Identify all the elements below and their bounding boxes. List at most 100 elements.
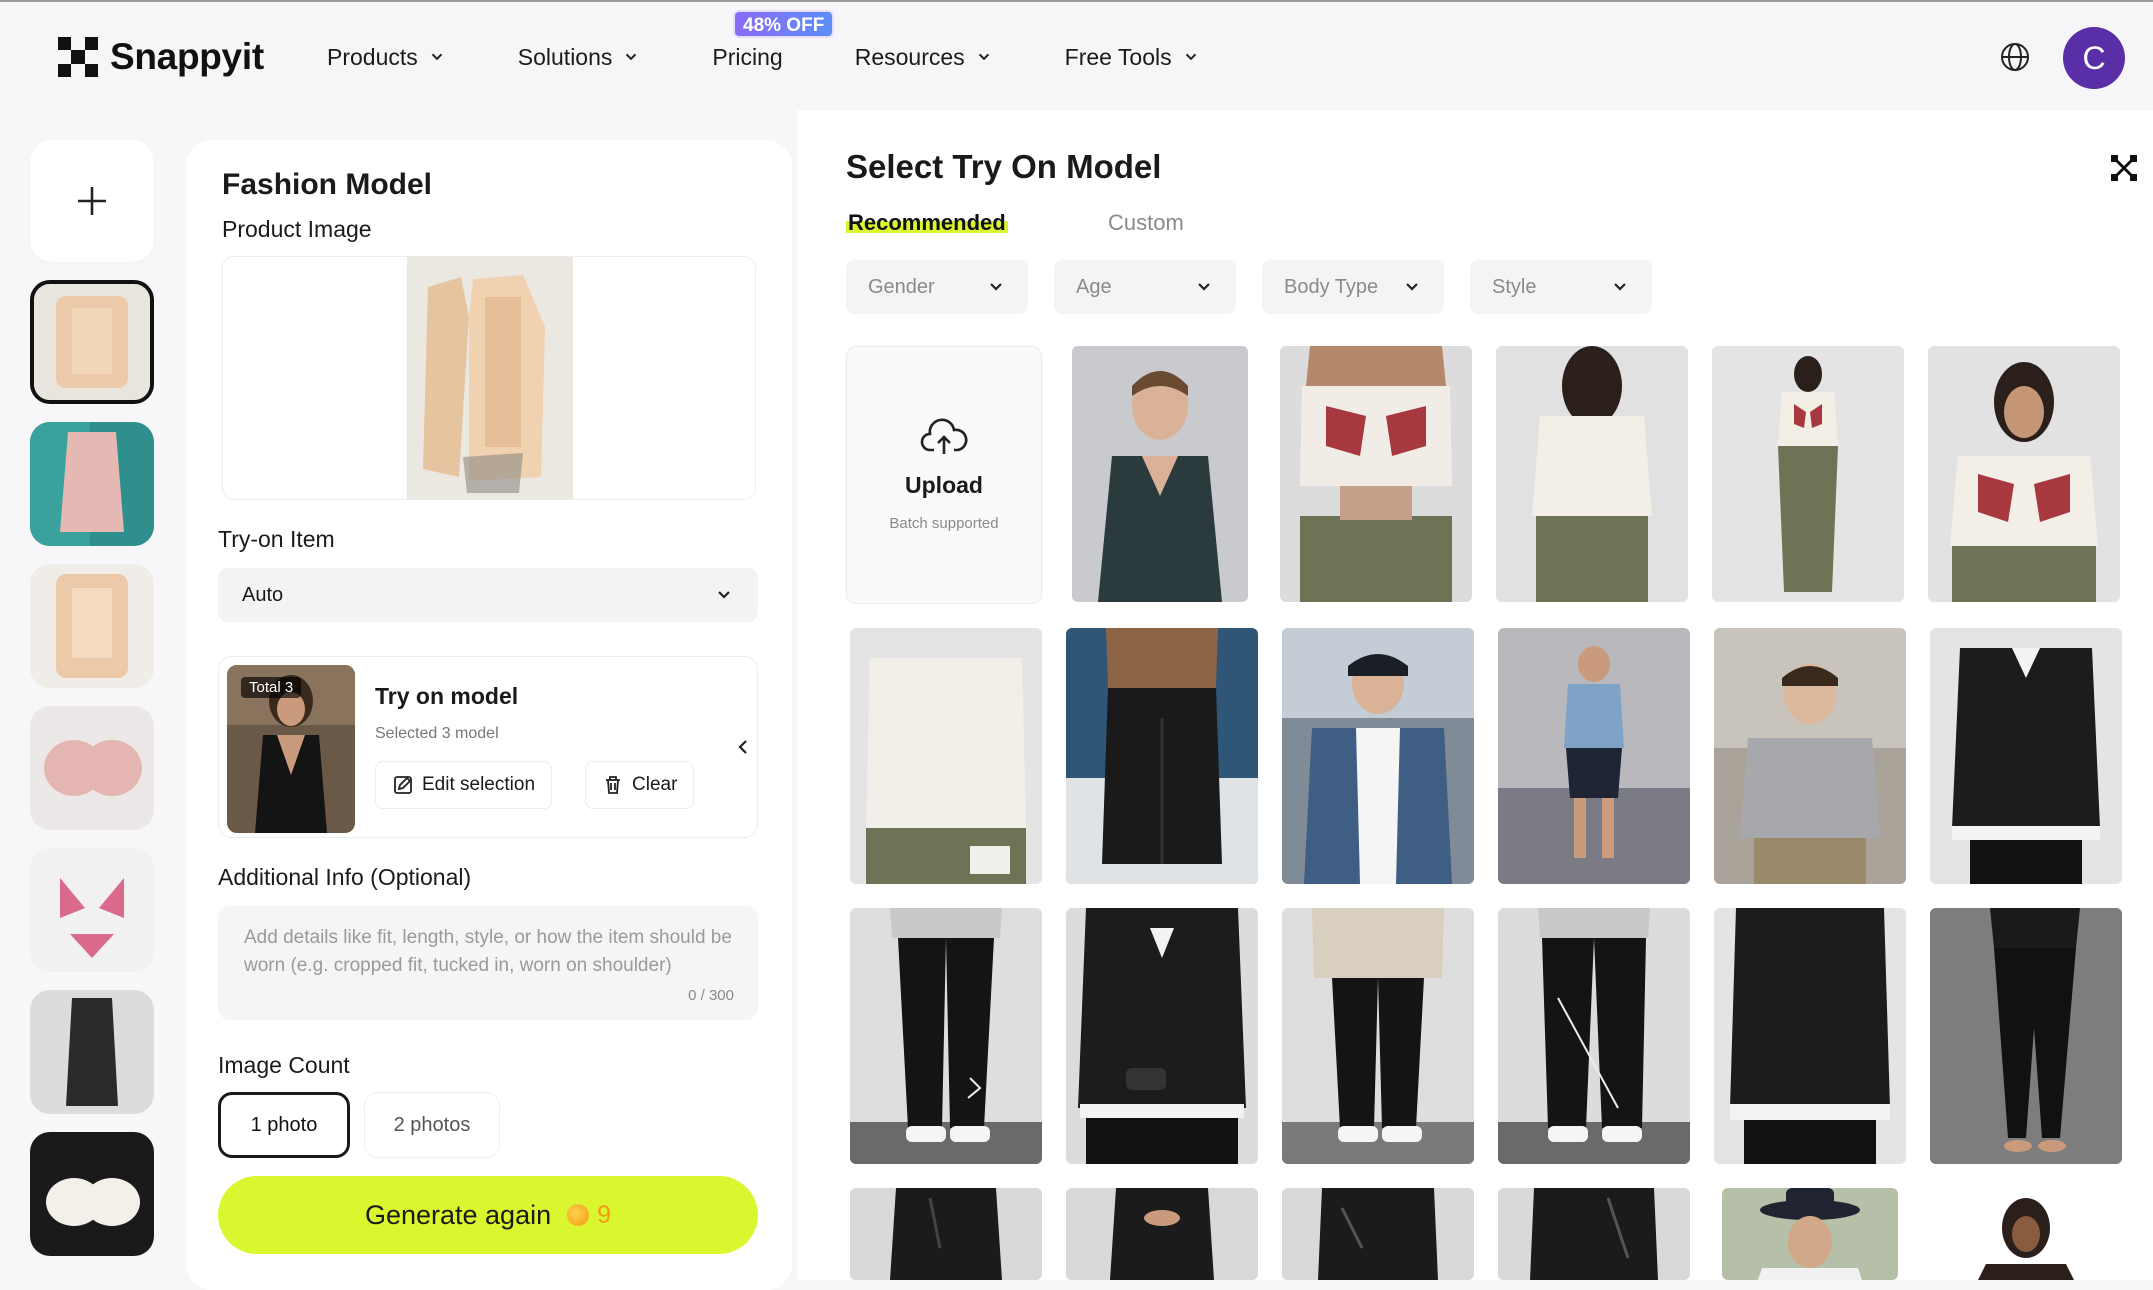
model-option[interactable]	[1496, 346, 1688, 602]
model-option[interactable]	[1928, 346, 2120, 602]
history-thumbnail-rail	[30, 140, 156, 1256]
model-option[interactable]	[1722, 1188, 1898, 1280]
selected-model-card: Total 3 Try on model Selected 3 model Ed…	[218, 656, 758, 838]
model-photo	[1282, 1188, 1474, 1280]
tryon-item-select[interactable]: Auto	[218, 568, 758, 622]
thumbnail-image	[30, 706, 154, 830]
tab-recommended-label: Recommended	[846, 210, 1008, 235]
model-photo	[1714, 628, 1906, 884]
globe-icon[interactable]	[1998, 40, 2032, 74]
model-option[interactable]	[1498, 628, 1690, 884]
chevron-down-icon	[431, 53, 442, 61]
generate-credit-cost: 9	[597, 1200, 612, 1229]
filter-body-type[interactable]: Body Type	[1262, 260, 1444, 314]
brand-logo-icon	[58, 37, 98, 77]
additional-info-textarea[interactable]: Add details like fit, length, style, or …	[218, 906, 758, 1020]
model-option[interactable]	[850, 628, 1042, 884]
chevron-down-icon	[978, 53, 989, 61]
tab-custom[interactable]: Custom	[1108, 210, 1184, 236]
model-option[interactable]	[1712, 346, 1904, 602]
nav-free-tools[interactable]: Free Tools	[1065, 44, 1200, 71]
chevron-down-icon	[626, 53, 637, 61]
nav-resources-label: Resources	[854, 43, 965, 70]
additional-info-placeholder: Add details like fit, length, style, or …	[244, 927, 732, 976]
history-thumbnail[interactable]	[30, 848, 154, 972]
model-option[interactable]	[1282, 1188, 1474, 1280]
close-icon[interactable]	[2110, 154, 2138, 182]
model-option[interactable]	[850, 1188, 1042, 1280]
chevron-left-icon[interactable]	[733, 737, 753, 757]
filter-age-label: Age	[1076, 275, 1112, 298]
model-photo	[1928, 346, 2120, 602]
model-photo	[1280, 346, 1472, 602]
model-option[interactable]	[1930, 908, 2122, 1164]
model-photo	[1282, 628, 1474, 884]
thumbnail-image	[34, 284, 150, 400]
additional-info-label: Additional Info (Optional)	[218, 864, 472, 890]
user-avatar[interactable]: C	[2063, 27, 2125, 89]
history-thumbnail[interactable]	[30, 280, 154, 404]
chevron-down-icon	[990, 283, 1002, 291]
history-thumbnail[interactable]	[30, 564, 154, 688]
filter-age[interactable]: Age	[1054, 260, 1236, 314]
main-menu: Products Solutions Pricing Resources Fre…	[327, 32, 1272, 82]
history-thumbnail[interactable]	[30, 990, 154, 1114]
edit-selection-label: Edit selection	[422, 774, 536, 795]
nav-resources[interactable]: Resources	[855, 44, 993, 71]
product-image-preview[interactable]	[222, 256, 756, 500]
model-photo	[850, 908, 1042, 1164]
tab-recommended[interactable]: Recommended	[846, 210, 1008, 236]
new-project-button[interactable]	[30, 140, 154, 262]
generate-again-button[interactable]: Generate again 9	[218, 1176, 758, 1254]
count-option-1-photo[interactable]: 1 photo	[218, 1092, 350, 1158]
filter-gender[interactable]: Gender	[846, 260, 1028, 314]
model-option[interactable]	[1498, 908, 1690, 1164]
model-photo	[1930, 628, 2122, 884]
selected-model-image[interactable]: Total 3	[227, 665, 355, 833]
cloud-upload-icon	[920, 418, 968, 454]
history-thumbnail[interactable]	[30, 422, 154, 546]
nav-pricing[interactable]: Pricing	[712, 44, 782, 71]
nav-products-label: Products	[327, 43, 418, 70]
model-photo	[1066, 908, 1258, 1164]
model-option[interactable]	[1930, 628, 2122, 884]
product-image-label: Product Image	[222, 216, 372, 242]
nav-pricing-label: Pricing	[712, 43, 783, 70]
brand-logo[interactable]: Snappyit	[58, 34, 264, 80]
model-option[interactable]	[1066, 628, 1258, 884]
model-option[interactable]	[850, 908, 1042, 1164]
count-option-2-photos[interactable]: 2 photos	[364, 1092, 500, 1158]
tryon-item-value: Auto	[242, 583, 284, 606]
filter-style[interactable]: Style	[1470, 260, 1652, 314]
model-photo	[1072, 346, 1248, 602]
thumbnail-image	[30, 1132, 154, 1256]
model-option[interactable]	[1938, 1188, 2114, 1280]
model-photo	[1714, 908, 1906, 1164]
model-card-subtitle: Selected 3 model	[375, 725, 499, 742]
model-option[interactable]	[1714, 908, 1906, 1164]
chevron-down-icon	[1406, 283, 1418, 291]
model-option[interactable]	[1280, 346, 1472, 602]
model-option[interactable]	[1066, 908, 1258, 1164]
filter-gender-label: Gender	[868, 275, 935, 298]
nav-solutions[interactable]: Solutions	[518, 44, 641, 71]
upload-subtitle: Batch supported	[889, 515, 999, 532]
thumbnail-image	[30, 990, 154, 1114]
model-option[interactable]	[1498, 1188, 1690, 1280]
edit-selection-button[interactable]: Edit selection	[375, 761, 553, 809]
upload-title: Upload	[905, 472, 983, 498]
upload-model-card[interactable]: Upload Batch supported	[846, 346, 1042, 604]
model-option[interactable]	[1066, 1188, 1258, 1280]
nav-products[interactable]: Products	[327, 44, 446, 71]
generate-label: Generate again	[364, 1199, 552, 1230]
model-photo	[1498, 908, 1690, 1164]
thumbnail-image	[30, 422, 154, 546]
nav-solutions-label: Solutions	[517, 43, 613, 70]
history-thumbnail[interactable]	[30, 1132, 154, 1256]
history-thumbnail[interactable]	[30, 706, 154, 830]
clear-selection-button[interactable]: Clear	[585, 761, 695, 809]
model-option[interactable]	[1282, 908, 1474, 1164]
model-option[interactable]	[1714, 628, 1906, 884]
model-option[interactable]	[1282, 628, 1474, 884]
model-option[interactable]	[1072, 346, 1248, 602]
